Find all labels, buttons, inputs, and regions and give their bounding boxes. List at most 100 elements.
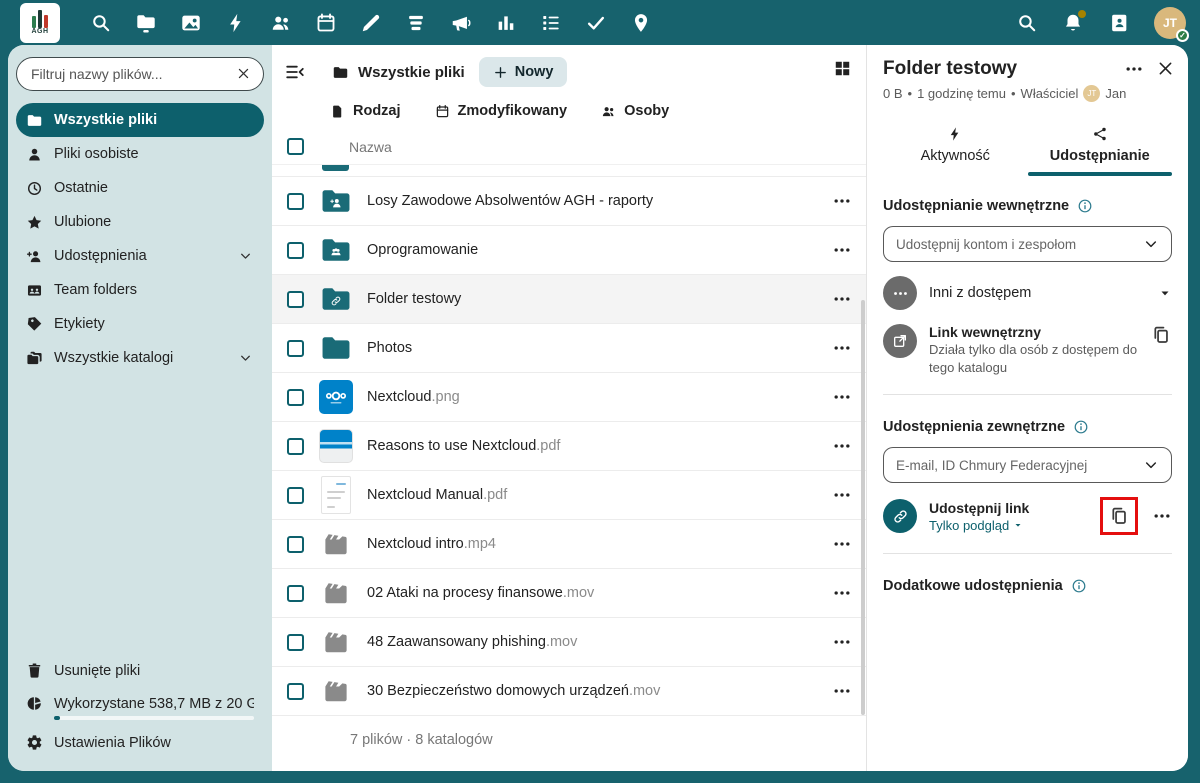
sidebar-item-label: Wszystkie pliki [54,112,158,128]
row-checkbox[interactable] [287,437,304,455]
tab-sharing[interactable]: Udostępnianie [1027,118,1173,176]
others-with-access-row[interactable]: Inni z dostępem [883,276,1172,310]
app-notes-button[interactable] [360,12,382,34]
app-deck-button[interactable] [405,12,427,34]
row-actions-button[interactable] [832,289,852,309]
external-share-input[interactable]: E-mail, ID Chmury Federacyjnej [883,447,1172,484]
row-checkbox[interactable] [287,486,304,504]
app-activity-button[interactable] [225,12,247,34]
info-icon[interactable] [1077,198,1093,214]
link-icon [892,508,909,525]
sidebar-item-trash[interactable]: Usunięte pliki [16,654,264,687]
name-column-header[interactable]: Nazwa [349,139,392,155]
app-photos-button[interactable] [180,12,202,34]
row-actions-button[interactable] [832,338,852,358]
app-calendar-button[interactable] [315,12,337,34]
app-search-button[interactable] [90,12,112,34]
share-permission-label: Tylko podgląd [929,517,1010,533]
row-actions-button[interactable] [832,485,852,505]
app-announcements-button[interactable] [450,12,472,34]
app-analytics-button[interactable] [495,12,517,34]
app-tasks-button[interactable] [540,12,562,34]
row-checkbox[interactable] [287,633,304,651]
others-avatar [883,276,917,310]
row-actions-button[interactable] [832,534,852,554]
notifications-button[interactable] [1062,9,1086,34]
copy-internal-link-button[interactable] [1150,324,1172,346]
row-checkbox[interactable] [287,290,304,308]
file-row[interactable]: Nextcloud Manual.pdf [272,471,866,520]
file-row[interactable]: Losy Zawodowe Absolwentów AGH - raporty [272,177,866,226]
sidebar-item-pliki-osobiste[interactable]: Pliki osobiste [16,137,264,171]
sidebar-item-udost-pnienia[interactable]: Udostępnienia [16,239,264,273]
filter-type-chip[interactable]: Rodzaj [330,103,401,119]
file-row[interactable]: Reasons to use Nextcloud.pdf [272,422,866,471]
app-maps-button[interactable] [630,12,652,34]
filter-files-input[interactable] [31,66,233,82]
file-row[interactable]: Nextcloud intro.mp4 [272,520,866,569]
info-icon[interactable] [1071,578,1087,594]
scrollbar[interactable] [861,300,865,715]
app-files-button[interactable] [135,12,157,34]
contacts-menu-button[interactable] [1108,12,1130,34]
select-all-checkbox[interactable] [287,138,304,155]
row-actions-button[interactable] [832,681,852,701]
filter-modified-chip[interactable]: Zmodyfikowany [435,103,567,119]
row-checkbox[interactable] [287,535,304,553]
unified-search-button[interactable] [1016,12,1038,34]
status-check-badge: ✓ [1176,28,1189,42]
file-row[interactable]: Oprogramowanie [272,226,866,275]
chevron-down-icon[interactable] [237,351,254,365]
caret-down-icon[interactable] [1158,286,1172,300]
sidebar-item-ulubione[interactable]: Ulubione [16,205,264,239]
app-approvals-button[interactable] [585,12,607,34]
close-icon [236,66,251,81]
chevron-down-icon[interactable] [237,249,254,263]
share-link-actions-button[interactable] [1152,506,1172,526]
sidebar-item-ostatnie[interactable]: Ostatnie [16,171,264,205]
sidebar-item-team-folders[interactable]: Team folders [16,273,264,307]
info-icon[interactable] [1073,419,1089,435]
panel-actions-button[interactable] [1124,59,1144,79]
file-row[interactable]: 02 Ataki na procesy finansowe.mov [272,569,866,618]
sidebar-item-settings[interactable]: Ustawienia Plików [16,726,264,759]
sidebar-item-wszystkie-katalogi[interactable]: Wszystkie katalogi [16,341,264,375]
share-permission-dropdown[interactable]: Tylko podgląd [929,518,1088,533]
collapse-sidebar-button[interactable] [284,61,306,83]
new-button[interactable]: Nowy [478,57,568,87]
share-link-row[interactable]: Udostępnij link Tylko podgląd [883,497,1172,536]
internal-share-input[interactable]: Udostępnij kontom i zespołom [883,226,1172,262]
row-actions-button[interactable] [832,583,852,603]
row-actions-button[interactable] [832,240,852,260]
row-checkbox[interactable] [287,339,304,357]
row-checkbox[interactable] [287,682,304,700]
file-row[interactable]: 30 Bezpieczeństwo domowych urządzeń.mov [272,667,866,716]
filter-people-chip[interactable]: Osoby [601,103,669,119]
user-avatar[interactable]: JT ✓ [1154,6,1189,42]
sidebar-item-wszystkie-pliki[interactable]: Wszystkie pliki [16,103,264,137]
row-actions-button[interactable] [832,191,852,211]
file-row[interactable]: Folder testowy [272,275,866,324]
file-row[interactable]: 48 Zaawansowany phishing.mov [272,618,866,667]
row-checkbox[interactable] [287,584,304,602]
row-checkbox[interactable] [287,192,304,210]
file-name: 02 Ataki na procesy finansowe.mov [367,585,595,601]
sidebar-item-etykiety[interactable]: Etykiety [16,307,264,341]
row-actions-button[interactable] [832,387,852,407]
panel-close-button[interactable] [1156,59,1176,79]
row-actions-button[interactable] [832,632,852,652]
clear-filter-button[interactable] [233,64,253,84]
app-contacts-button[interactable] [270,12,292,34]
breadcrumb[interactable]: Wszystkie pliki [332,64,465,81]
sidebar-item-label: Ulubione [54,214,112,230]
internal-link-row[interactable]: Link wewnętrzny Działa tylko dla osób z … [883,324,1172,376]
copy-share-link-button[interactable] [1108,505,1130,527]
tab-activity[interactable]: Aktywność [883,118,1028,174]
agh-logo[interactable]: AGH [20,2,60,43]
row-checkbox[interactable] [287,241,304,259]
file-row[interactable]: Nextcloud.png [272,373,866,422]
grid-view-toggle[interactable] [833,59,852,78]
row-checkbox[interactable] [287,388,304,406]
file-row[interactable]: Photos [272,324,866,373]
row-actions-button[interactable] [832,436,852,456]
